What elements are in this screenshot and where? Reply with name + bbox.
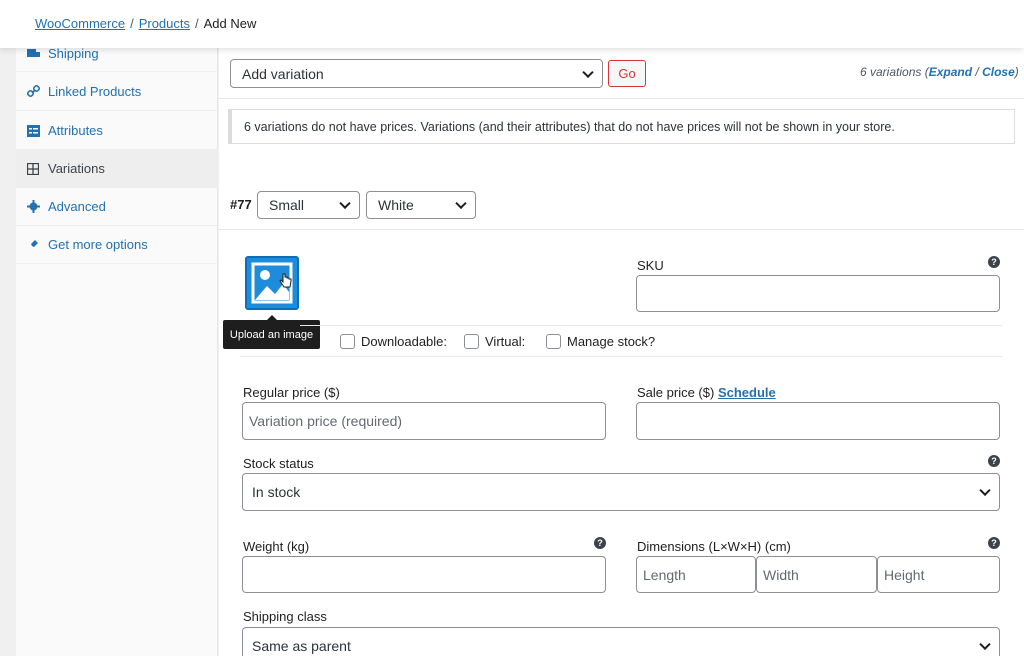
weight-input[interactable] bbox=[242, 556, 606, 593]
dimensions-label: Dimensions (L×W×H) (cm) bbox=[637, 539, 791, 554]
top-bar: WooCommerce / Products / Add New bbox=[0, 0, 1024, 48]
variations-count: 6 variations (Expand / Close) bbox=[860, 65, 1019, 79]
regular-price-input[interactable]: Variation price (required) bbox=[242, 402, 606, 440]
missing-prices-notice: 6 variations do not have prices. Variati… bbox=[228, 109, 1015, 144]
help-icon[interactable]: ? bbox=[988, 455, 1000, 467]
divider bbox=[219, 98, 1024, 99]
schedule-link[interactable]: Schedule bbox=[718, 385, 776, 400]
checkbox-box[interactable] bbox=[464, 334, 479, 349]
divider bbox=[240, 356, 1002, 357]
divider bbox=[219, 229, 1024, 230]
tab-advanced[interactable]: Advanced bbox=[16, 188, 218, 226]
manage-stock-label: Manage stock? bbox=[567, 334, 656, 349]
close-link[interactable]: Close bbox=[982, 65, 1015, 79]
tab-label: Advanced bbox=[48, 199, 106, 214]
size-attribute-value: Small bbox=[269, 197, 305, 213]
variations-count-text: 6 variations ( bbox=[860, 65, 929, 79]
length-input[interactable]: Length bbox=[636, 556, 756, 593]
breadcrumb-current: Add New bbox=[203, 16, 257, 31]
help-icon[interactable]: ? bbox=[988, 256, 1000, 268]
tab-linked-products[interactable]: Linked Products bbox=[16, 73, 218, 111]
chevron-down-icon bbox=[979, 638, 991, 651]
shipping-class-label: Shipping class bbox=[243, 609, 327, 624]
length-placeholder: Length bbox=[643, 566, 686, 583]
height-input[interactable]: Height bbox=[877, 556, 1000, 593]
chevron-down-icon bbox=[339, 197, 351, 210]
link-icon bbox=[26, 85, 40, 99]
list-icon bbox=[26, 124, 40, 138]
variation-action-value: Add variation bbox=[242, 65, 324, 82]
product-data-tabs: Shipping Linked Products Attributes Vari… bbox=[16, 36, 218, 656]
size-attribute-select[interactable]: Small bbox=[257, 191, 360, 219]
plugin-icon bbox=[26, 238, 40, 252]
color-attribute-value: White bbox=[378, 197, 414, 213]
tab-variations[interactable]: Variations bbox=[16, 150, 218, 188]
help-icon[interactable]: ? bbox=[988, 537, 1000, 549]
sale-price-input[interactable] bbox=[636, 402, 1000, 440]
divider bbox=[300, 325, 1002, 326]
regular-price-placeholder: Variation price (required) bbox=[249, 413, 403, 429]
expand-link[interactable]: Expand bbox=[929, 65, 972, 79]
checkbox-box[interactable] bbox=[546, 334, 561, 349]
shipping-class-select[interactable]: Same as parent bbox=[242, 627, 1000, 656]
stock-status-value: In stock bbox=[252, 484, 301, 500]
upload-image-button[interactable] bbox=[245, 256, 299, 310]
breadcrumb: WooCommerce / Products / Add New bbox=[35, 16, 256, 31]
stock-status-select[interactable]: In stock bbox=[242, 473, 1000, 511]
downloadable-checkbox[interactable]: Downloadable: bbox=[340, 334, 447, 349]
checkbox-box[interactable] bbox=[340, 334, 355, 349]
variation-action-select[interactable]: Add variation bbox=[230, 59, 603, 88]
sku-input[interactable] bbox=[636, 275, 1000, 312]
gear-icon bbox=[26, 200, 40, 214]
virtual-label: Virtual: bbox=[485, 334, 526, 349]
paren-text: ) bbox=[1014, 65, 1019, 79]
width-input[interactable]: Width bbox=[756, 556, 877, 593]
notice-text: 6 variations do not have prices. Variati… bbox=[244, 119, 895, 134]
manage-stock-checkbox[interactable]: Manage stock? bbox=[546, 334, 655, 349]
truck-icon bbox=[26, 47, 40, 61]
chevron-down-icon bbox=[455, 197, 467, 210]
breadcrumb-separator: / bbox=[195, 16, 199, 31]
sale-price-label: Sale price ($) bbox=[637, 385, 715, 400]
regular-price-label: Regular price ($) bbox=[243, 385, 340, 400]
downloadable-label: Downloadable: bbox=[361, 334, 448, 349]
height-placeholder: Height bbox=[884, 566, 925, 583]
chevron-down-icon bbox=[582, 66, 594, 78]
tab-label: Get more options bbox=[48, 237, 148, 252]
tab-label: Variations bbox=[48, 161, 105, 176]
virtual-checkbox[interactable]: Virtual: bbox=[464, 334, 525, 349]
grid-icon bbox=[26, 162, 40, 176]
tab-attributes[interactable]: Attributes bbox=[16, 112, 218, 150]
tab-label: Attributes bbox=[48, 123, 103, 138]
sku-label: SKU bbox=[637, 258, 664, 273]
breadcrumb-woocommerce-link[interactable]: WooCommerce bbox=[35, 16, 125, 31]
width-placeholder: Width bbox=[763, 566, 799, 583]
help-icon[interactable]: ? bbox=[594, 537, 606, 549]
sale-price-label-row: Sale price ($) Schedule bbox=[637, 385, 776, 400]
tab-label: Shipping bbox=[48, 46, 99, 61]
stock-status-label: Stock status bbox=[243, 456, 314, 471]
color-attribute-select[interactable]: White bbox=[366, 191, 476, 219]
tab-get-more-options[interactable]: Get more options bbox=[16, 226, 218, 264]
weight-label: Weight (kg) bbox=[243, 539, 310, 554]
separator-text: / bbox=[972, 65, 983, 79]
tab-label: Linked Products bbox=[48, 84, 142, 99]
go-button[interactable]: Go bbox=[608, 60, 646, 87]
chevron-down-icon bbox=[979, 484, 991, 497]
shipping-class-value: Same as parent bbox=[252, 638, 351, 654]
breadcrumb-products-link[interactable]: Products bbox=[139, 16, 190, 31]
breadcrumb-separator: / bbox=[130, 16, 134, 31]
variation-id: #77 bbox=[230, 197, 252, 212]
